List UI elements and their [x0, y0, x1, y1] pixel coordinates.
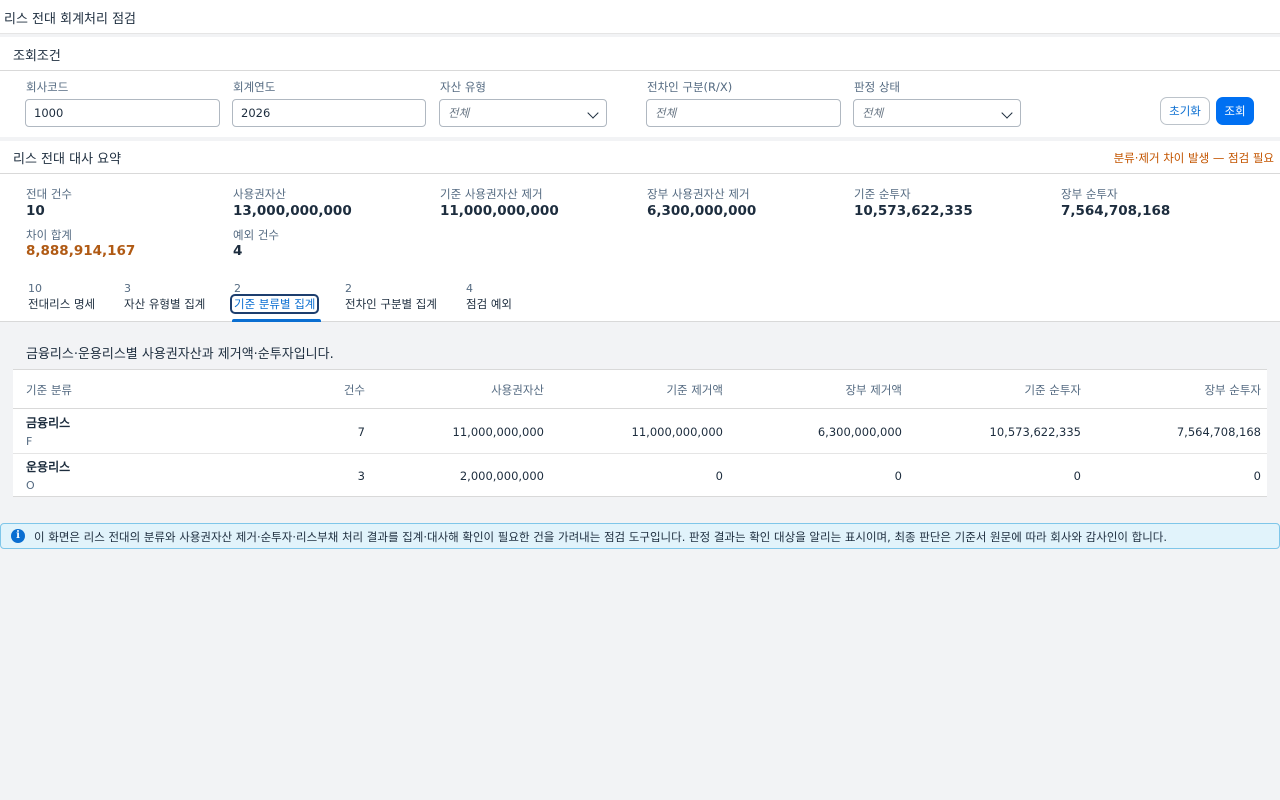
kpi-std-net-investment-label: 기준 순투자: [854, 187, 911, 201]
column-header: 기준 제거액: [666, 383, 723, 397]
book-net-investment-cell: 7,564,708,168: [1176, 425, 1261, 439]
classification-code: O: [26, 479, 35, 492]
tab-count: 4: [466, 282, 473, 295]
content-description: 금융리스·운용리스별 사용권자산과 제거액·순투자입니다.: [26, 347, 334, 362]
kpi-sublease-count-value: 10: [26, 203, 45, 219]
chevron-down-icon: [587, 107, 599, 119]
company-code-input[interactable]: 1000: [25, 99, 220, 127]
column-header: 기준 분류: [26, 383, 72, 397]
kpi-book-net-investment-value: 7,564,708,168: [1061, 203, 1171, 219]
shell-bar: 리스 전대 회계처리 점검: [0, 0, 1280, 34]
tab-sublease-list[interactable]: 10 전대리스 명세: [28, 282, 95, 312]
search-button[interactable]: 조회: [1216, 97, 1254, 125]
rou-asset-cell: 11,000,000,000: [452, 425, 544, 439]
kpi-book-net-investment-label: 장부 순투자: [1061, 187, 1118, 201]
filter-panel-header: 조회조건: [0, 37, 1280, 71]
asset-type-select[interactable]: 전체: [439, 99, 607, 127]
judgement-status-select[interactable]: 전체: [853, 99, 1021, 127]
kpi-std-removal-value: 11,000,000,000: [440, 203, 559, 219]
book-removal-cell: 0: [894, 469, 902, 483]
info-icon: i: [11, 529, 25, 543]
kpi-exception-count-value: 4: [233, 243, 243, 259]
info-message-strip: i 이 화면은 리스 전대의 분류와 사용권자산 제거·순투자·리스부채 처리 …: [0, 523, 1280, 549]
table-row[interactable]: 금융리스 F 7 11,000,000,000 11,000,000,000 6…: [13, 410, 1267, 454]
column-header: 사용권자산: [491, 383, 544, 397]
std-net-investment-cell: 10,573,622,335: [989, 425, 1081, 439]
tab-exceptions[interactable]: 4 점검 예외: [466, 282, 512, 312]
std-removal-cell: 0: [715, 469, 723, 483]
tab-count: 2: [345, 282, 352, 295]
column-header: 기준 순투자: [1024, 383, 1081, 397]
judgement-status-value: 전체: [862, 106, 884, 120]
table-row[interactable]: 운용리스 O 3 2,000,000,000 0 0 0 0: [13, 454, 1267, 498]
tab-count: 3: [124, 282, 131, 295]
fiscal-year-label: 회계연도: [233, 80, 276, 94]
tab-classification-summary[interactable]: 2 기준 분류별 집계: [229, 282, 320, 314]
kpi-book-removal-value: 6,300,000,000: [647, 203, 757, 219]
column-header: 건수: [343, 383, 365, 397]
kpi-difference-total-label: 차이 합계: [26, 228, 72, 242]
tab-label: 자산 유형별 집계: [124, 297, 206, 311]
fiscal-year-value: 2026: [241, 106, 271, 120]
reset-button[interactable]: 초기화: [1160, 97, 1210, 125]
difference-warning: 분류·제거 차이 발생 — 점검 필요: [1113, 151, 1274, 165]
std-net-investment-cell: 0: [1073, 469, 1081, 483]
rou-asset-cell: 2,000,000,000: [459, 469, 544, 483]
table-header: 기준 분류 건수 사용권자산 기준 제거액 장부 제거액 기준 순투자 장부 순…: [13, 370, 1267, 409]
column-header: 장부 순투자: [1204, 383, 1261, 397]
book-removal-cell: 6,300,000,000: [817, 425, 902, 439]
column-header: 장부 제거액: [845, 383, 902, 397]
kpi-book-removal-label: 장부 사용권자산 제거: [647, 187, 750, 201]
tab-sublessee-type-summary[interactable]: 2 전차인 구분별 집계: [345, 282, 437, 312]
fiscal-year-input[interactable]: 2026: [232, 99, 426, 127]
book-net-investment-cell: 0: [1253, 469, 1261, 483]
company-code-label: 회사코드: [26, 80, 69, 94]
tab-asset-type-summary[interactable]: 3 자산 유형별 집계: [124, 282, 205, 312]
classification-name: 금융리스: [26, 416, 71, 430]
app-title: 리스 전대 회계처리 점검: [4, 12, 136, 27]
classification-code: F: [26, 435, 33, 448]
active-tab-indicator: [232, 319, 321, 322]
tab-bar: 10 전대리스 명세 3 자산 유형별 집계 2 기준 분류별 집계 2 전차인…: [0, 272, 1280, 322]
kpi-sublease-count-label: 전대 건수: [26, 187, 72, 201]
company-code-value: 1000: [34, 106, 64, 120]
summary-panel-title: 리스 전대 대사 요약: [13, 152, 122, 167]
sublessee-type-label: 전차인 구분(R/X): [647, 80, 733, 94]
judgement-status-label: 판정 상태: [854, 80, 900, 94]
kpi-exception-count-label: 예외 건수: [233, 228, 279, 242]
kpi-difference-total-value: 8,888,914,167: [26, 243, 136, 259]
classification-table: 기준 분류 건수 사용권자산 기준 제거액 장부 제거액 기준 순투자 장부 순…: [13, 369, 1267, 497]
kpi-std-net-investment-value: 10,573,622,335: [854, 203, 973, 219]
filter-panel-title: 조회조건: [13, 49, 61, 64]
tab-label: 전차인 구분별 집계: [345, 297, 437, 311]
asset-type-label: 자산 유형: [440, 80, 486, 94]
kpi-rou-asset-value: 13,000,000,000: [233, 203, 352, 219]
kpi-rou-asset-label: 사용권자산: [233, 187, 286, 201]
std-removal-cell: 11,000,000,000: [631, 425, 723, 439]
count-cell: 7: [357, 425, 365, 439]
asset-type-value: 전체: [448, 106, 470, 120]
tab-label: 전대리스 명세: [28, 297, 96, 311]
info-message-text: 이 화면은 리스 전대의 분류와 사용권자산 제거·순투자·리스부채 처리 결과…: [34, 530, 1168, 544]
chevron-down-icon: [1001, 107, 1013, 119]
kpi-std-removal-label: 기준 사용권자산 제거: [440, 187, 543, 201]
sublessee-type-input[interactable]: 전체: [646, 99, 841, 127]
tab-label: 점검 예외: [466, 297, 512, 311]
tab-count: 10: [28, 282, 42, 295]
sublessee-type-placeholder: 전체: [655, 106, 677, 120]
count-cell: 3: [357, 469, 365, 483]
summary-panel-header: 리스 전대 대사 요약 분류·제거 차이 발생 — 점검 필요: [0, 141, 1280, 174]
tab-count: 2: [234, 282, 241, 295]
tab-label: 기준 분류별 집계: [229, 294, 320, 314]
classification-name: 운용리스: [26, 460, 71, 474]
